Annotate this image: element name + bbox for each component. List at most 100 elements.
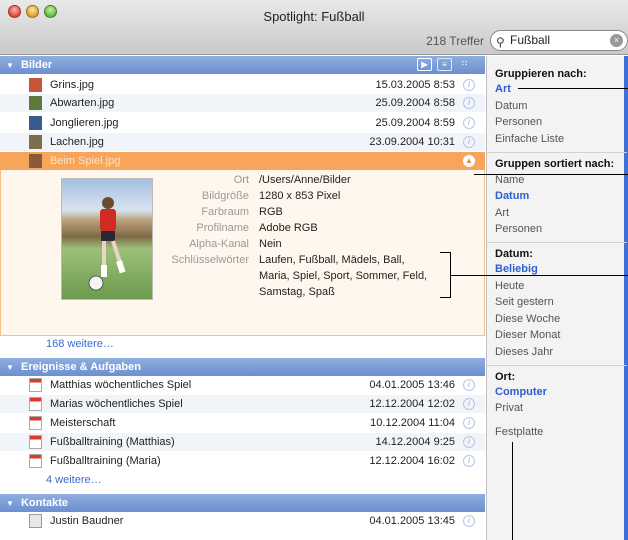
- group-by-option-personen[interactable]: Personen: [495, 116, 542, 128]
- group-by-heading: Gruppieren nach:: [495, 68, 587, 80]
- group-by-option-datum[interactable]: Datum: [495, 100, 527, 112]
- slideshow-icon[interactable]: ▶: [417, 58, 432, 71]
- section-header-events[interactable]: ▼ Ereignisse & Aufgaben: [0, 358, 485, 376]
- list-item[interactable]: Meisterschaft 10.12.2004 11:04 i: [0, 414, 485, 432]
- event-name: Marias wöchentliches Spiel: [50, 398, 183, 410]
- file-name: Grins.jpg: [50, 79, 95, 91]
- date-option-heute[interactable]: Heute: [495, 280, 524, 292]
- list-view-icon[interactable]: ≡: [437, 58, 452, 71]
- info-icon[interactable]: i: [463, 436, 475, 448]
- event-date: 10.12.2004 11:04: [370, 417, 455, 429]
- section-title: Kontakte: [20, 497, 69, 509]
- sort-by-option-personen[interactable]: Personen: [495, 223, 542, 235]
- list-item[interactable]: Marias wöchentliches Spiel 12.12.2004 12…: [0, 395, 485, 413]
- location-option-festplatte[interactable]: Festplatte: [495, 426, 543, 438]
- sort-by-heading: Gruppen sortiert nach:: [495, 158, 615, 170]
- file-date: 23.09.2004 10:31: [369, 136, 455, 148]
- group-by-option-art[interactable]: Art: [495, 83, 511, 95]
- info-icon[interactable]: i: [463, 417, 475, 429]
- selected-list-item[interactable]: Beim Spiel.jpg ▲: [0, 152, 485, 170]
- file-name: Jonglieren.jpg: [50, 117, 119, 129]
- meta-value: Maria, Spiel, Sport, Sommer, Feld,: [259, 270, 428, 282]
- location-option-computer[interactable]: Computer: [495, 386, 547, 398]
- date-option-diese-woche[interactable]: Diese Woche: [495, 313, 560, 325]
- calendar-event-icon: [29, 454, 42, 468]
- disclosure-triangle-icon[interactable]: ▼: [6, 57, 14, 75]
- meta-value: /Users/Anne/Bilder: [259, 174, 351, 186]
- meta-value: 1280 x 853 Pixel: [259, 190, 341, 202]
- event-name: Fußballtraining (Maria): [50, 455, 161, 467]
- disclosure-triangle-icon[interactable]: ▼: [6, 359, 14, 377]
- info-icon[interactable]: i: [463, 455, 475, 467]
- info-icon[interactable]: i: [463, 136, 475, 148]
- meta-label: Profilname: [196, 222, 249, 234]
- date-option-seit-gestern[interactable]: Seit gestern: [495, 296, 554, 308]
- file-date: 25.09.2004 8:59: [375, 117, 455, 129]
- info-icon[interactable]: i: [463, 117, 475, 129]
- list-item[interactable]: Jonglieren.jpg 25.09.2004 8:59 i: [0, 114, 485, 132]
- list-item[interactable]: Matthias wöchentliches Spiel 04.01.2005 …: [0, 376, 485, 394]
- file-name: Beim Spiel.jpg: [50, 155, 121, 167]
- events-more-link[interactable]: 4 weitere…: [46, 474, 102, 486]
- search-input-value[interactable]: Fußball: [510, 33, 550, 47]
- search-field[interactable]: ⚲ Fußball ×: [490, 30, 628, 51]
- results-list: ▼ Bilder ▶ ≡ ∷ Grins.jpg 15.03.2005 8:53…: [0, 56, 485, 540]
- meta-value: Adobe RGB: [259, 222, 318, 234]
- callout-bracket: [440, 252, 451, 253]
- meta-value: Nein: [259, 238, 282, 250]
- file-date: 15.03.2005 8:53: [375, 79, 455, 91]
- collapse-info-icon[interactable]: ▲: [463, 155, 475, 167]
- info-icon[interactable]: i: [463, 515, 475, 527]
- image-file-icon: [29, 154, 42, 168]
- date-option-dieses-jahr[interactable]: Dieses Jahr: [495, 346, 553, 358]
- section-title: Ereignisse & Aufgaben: [20, 361, 141, 373]
- image-file-icon: [29, 96, 42, 110]
- window-title: Spotlight: Fußball: [263, 9, 365, 24]
- event-date: 12.12.2004 12:02: [369, 398, 455, 410]
- image-file-icon: [29, 116, 42, 130]
- list-item[interactable]: Fußballtraining (Matthias) 14.12.2004 9:…: [0, 433, 485, 451]
- search-icon: ⚲: [496, 35, 505, 49]
- section-header-contacts[interactable]: ▼ Kontakte: [0, 494, 485, 512]
- list-item[interactable]: Abwarten.jpg 25.09.2004 8:58 i: [0, 94, 485, 112]
- disclosure-triangle-icon[interactable]: ▼: [6, 495, 14, 513]
- info-icon[interactable]: i: [463, 379, 475, 391]
- info-icon[interactable]: i: [463, 97, 475, 109]
- calendar-event-icon: [29, 378, 42, 392]
- calendar-event-icon: [29, 416, 42, 430]
- meta-label: Bildgröße: [201, 190, 249, 202]
- location-option-privat[interactable]: Privat: [495, 402, 523, 414]
- group-by-option-einfache-liste[interactable]: Einfache Liste: [495, 133, 564, 145]
- meta-label: Alpha-Kanal: [189, 238, 249, 250]
- list-item[interactable]: Fußballtraining (Maria) 12.12.2004 16:02…: [0, 452, 485, 470]
- date-option-beliebig[interactable]: Beliebig: [495, 263, 538, 275]
- clear-search-icon[interactable]: ×: [610, 34, 623, 47]
- event-name: Fußballtraining (Matthias): [50, 436, 175, 448]
- list-item[interactable]: Grins.jpg 15.03.2005 8:53 i: [0, 76, 485, 94]
- grid-view-icon[interactable]: ∷: [457, 58, 472, 71]
- title-bar: Spotlight: Fußball 218 Treffer ⚲ Fußball…: [0, 0, 628, 55]
- photo-preview-thumbnail: [61, 178, 153, 300]
- sort-by-option-art[interactable]: Art: [495, 207, 509, 219]
- image-file-icon: [29, 78, 42, 92]
- meta-value: Laufen, Fußball, Mädels, Ball,: [259, 254, 405, 266]
- event-date: 04.01.2005 13:46: [369, 379, 455, 391]
- sort-by-option-name[interactable]: Name: [495, 174, 524, 186]
- calendar-event-icon: [29, 435, 42, 449]
- section-header-images[interactable]: ▼ Bilder ▶ ≡ ∷: [0, 56, 485, 74]
- meta-value: Samstag, Spaß: [259, 286, 335, 298]
- list-item[interactable]: Justin Baudner 04.01.2005 13:45 i: [0, 512, 485, 530]
- info-icon[interactable]: i: [463, 79, 475, 91]
- callout-bracket: [440, 297, 451, 298]
- file-name: Abwarten.jpg: [50, 97, 115, 109]
- contact-card-icon: [29, 514, 42, 528]
- info-icon[interactable]: i: [463, 398, 475, 410]
- callout-line: [474, 174, 628, 175]
- soccer-player-figure: [88, 197, 126, 291]
- file-name: Lachen.jpg: [50, 136, 104, 148]
- date-option-dieser-monat[interactable]: Dieser Monat: [495, 329, 560, 341]
- sort-by-option-datum[interactable]: Datum: [495, 190, 529, 202]
- list-item[interactable]: Lachen.jpg 23.09.2004 10:31 i: [0, 133, 485, 151]
- images-more-link[interactable]: 168 weitere…: [46, 338, 114, 350]
- meta-value: RGB: [259, 206, 283, 218]
